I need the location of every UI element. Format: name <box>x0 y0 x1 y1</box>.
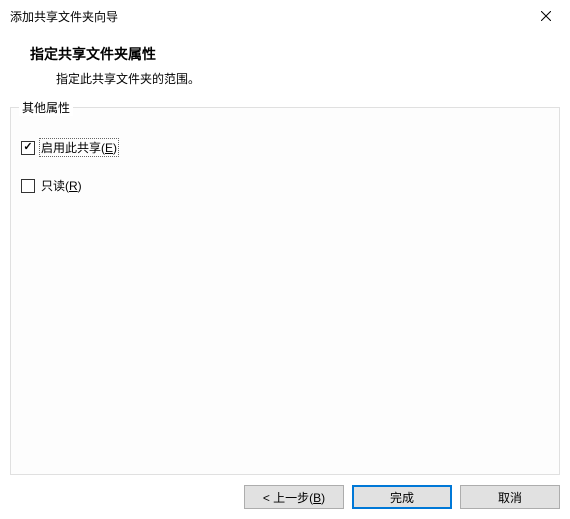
back-button-label: < 上一步(B) <box>263 489 325 506</box>
fieldset-legend: 其他属性 <box>19 99 73 116</box>
checkbox-icon <box>21 141 35 155</box>
close-button[interactable] <box>532 5 560 27</box>
page-title: 指定共享文件夹属性 <box>30 44 560 64</box>
other-attributes-fieldset: 其他属性 启用此共享(E) 只读(R) <box>10 107 560 475</box>
enable-share-label: 启用此共享(E) <box>39 138 119 157</box>
wizard-dialog: 添加共享文件夹向导 指定共享文件夹属性 指定此共享文件夹的范围。 其他属性 启用… <box>0 0 570 519</box>
back-button[interactable]: < 上一步(B) <box>244 485 344 509</box>
finish-button-label: 完成 <box>390 489 414 506</box>
readonly-checkbox[interactable]: 只读(R) <box>21 177 549 194</box>
window-title: 添加共享文件夹向导 <box>10 8 118 25</box>
titlebar: 添加共享文件夹向导 <box>0 0 570 32</box>
page-subtitle: 指定此共享文件夹的范围。 <box>30 70 560 87</box>
finish-button[interactable]: 完成 <box>352 485 452 509</box>
close-icon <box>541 8 551 24</box>
cancel-button[interactable]: 取消 <box>460 485 560 509</box>
checkbox-icon <box>21 179 35 193</box>
wizard-header: 指定共享文件夹属性 指定此共享文件夹的范围。 <box>0 32 570 107</box>
readonly-label: 只读(R) <box>41 177 82 194</box>
button-bar: < 上一步(B) 完成 取消 <box>0 475 570 519</box>
enable-share-checkbox[interactable]: 启用此共享(E) <box>21 138 549 157</box>
cancel-button-label: 取消 <box>498 489 522 506</box>
